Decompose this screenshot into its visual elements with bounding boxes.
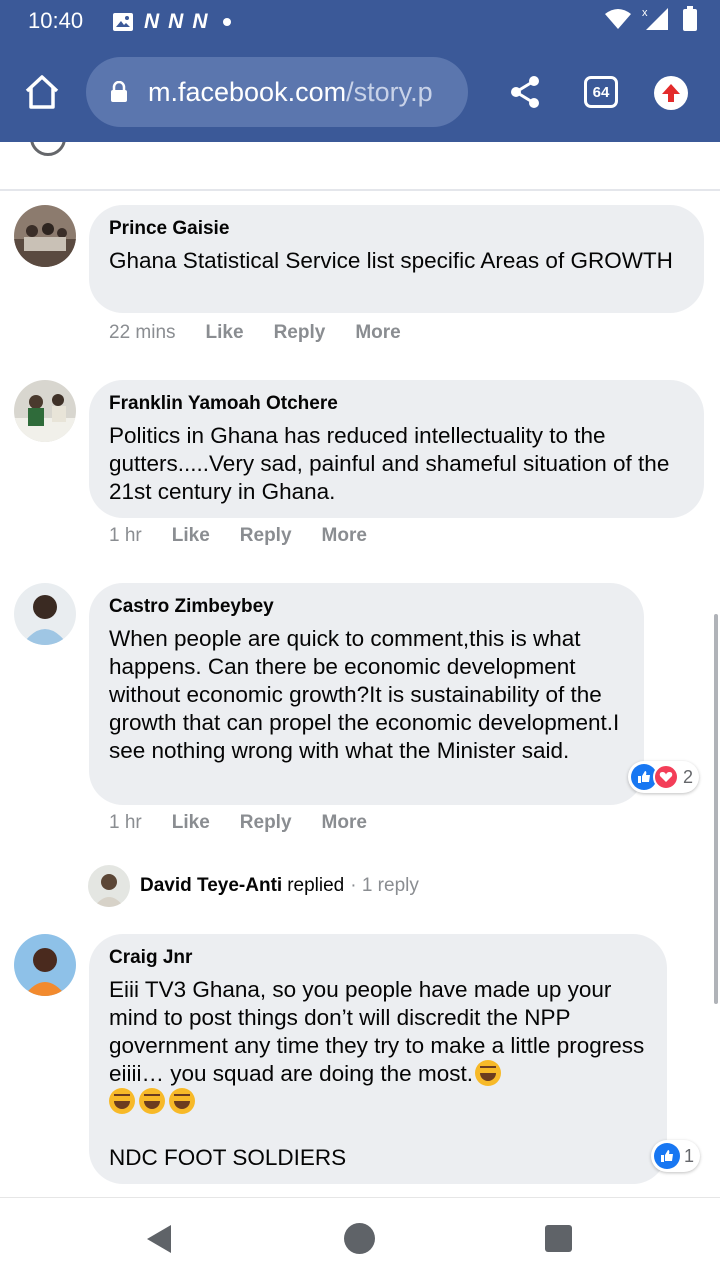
more-button[interactable]: More bbox=[322, 812, 367, 834]
scrollbar[interactable] bbox=[714, 614, 718, 1004]
back-icon[interactable] bbox=[147, 1225, 171, 1253]
like-button[interactable]: Like bbox=[172, 525, 210, 547]
browser-toolbar: m.facebook.com/story.p 64 bbox=[0, 42, 720, 142]
comment-bubble[interactable]: Castro Zimbeybey When people are quick t… bbox=[89, 583, 644, 805]
reply-button[interactable]: Reply bbox=[240, 525, 292, 547]
reply-verb: replied bbox=[287, 875, 345, 896]
notification-icons: N N N bbox=[112, 10, 231, 34]
comment-author[interactable]: Franklin Yamoah Otchere bbox=[109, 392, 684, 416]
url-bar[interactable]: m.facebook.com/story.p bbox=[86, 57, 468, 127]
home-button[interactable] bbox=[22, 74, 62, 110]
comment-author[interactable]: Craig Jnr bbox=[109, 946, 647, 970]
reaction-icon bbox=[30, 142, 66, 156]
arrow-up-icon bbox=[662, 84, 680, 102]
laughing-emoji-icon bbox=[109, 1088, 135, 1114]
like-reaction-icon bbox=[654, 1143, 680, 1169]
reply-button[interactable]: Reply bbox=[274, 322, 326, 344]
more-button[interactable]: More bbox=[322, 525, 367, 547]
home-icon bbox=[25, 75, 59, 109]
notification-n-icon: N bbox=[144, 10, 159, 33]
system-nav-bar bbox=[0, 1197, 720, 1280]
avatar bbox=[88, 865, 130, 907]
share-icon bbox=[511, 76, 539, 108]
love-reaction-icon bbox=[653, 764, 679, 790]
comment-bubble[interactable]: Franklin Yamoah Otchere Politics in Ghan… bbox=[89, 380, 704, 518]
image-icon bbox=[113, 13, 133, 31]
comment-text: Eiii TV3 Ghana, so you people have made … bbox=[109, 976, 647, 1172]
comment-actions: 1 hr Like Reply More bbox=[109, 525, 397, 547]
wifi-icon bbox=[605, 9, 631, 29]
divider bbox=[0, 189, 720, 191]
url-path: /story.p bbox=[346, 76, 433, 107]
like-button[interactable]: Like bbox=[206, 322, 244, 344]
comment-text: When people are quick to comment,this is… bbox=[109, 626, 620, 763]
comment-author[interactable]: Castro Zimbeybey bbox=[109, 595, 624, 619]
reply-button[interactable]: Reply bbox=[240, 812, 292, 834]
reaction-summary[interactable]: 1 bbox=[651, 1140, 701, 1172]
more-notifications-dot bbox=[222, 18, 231, 26]
recent-apps-icon[interactable] bbox=[545, 1225, 572, 1252]
more-button[interactable]: More bbox=[355, 322, 400, 344]
home-circle-icon[interactable] bbox=[344, 1223, 375, 1254]
url-domain: m.facebook.com bbox=[148, 76, 347, 107]
reaction-summary[interactable]: 2 bbox=[628, 761, 700, 793]
status-bar: 10:40 N N N x bbox=[0, 0, 720, 42]
laughing-emoji-icon bbox=[169, 1088, 195, 1114]
comment-actions: 22 mins Like Reply More bbox=[109, 322, 431, 344]
avatar[interactable] bbox=[14, 583, 76, 645]
avatar[interactable] bbox=[14, 380, 76, 442]
battery-icon bbox=[683, 6, 697, 31]
clock: 10:40 bbox=[28, 8, 84, 33]
comment-bubble[interactable]: Craig Jnr Eiii TV3 Ghana, so you people … bbox=[89, 934, 667, 1184]
comment-text-tail: NDC FOOT SOLDIERS bbox=[109, 1145, 347, 1170]
signal-icon: x bbox=[642, 7, 668, 30]
avatar[interactable] bbox=[14, 205, 76, 267]
reaction-count: 1 bbox=[684, 1145, 695, 1166]
update-button[interactable] bbox=[654, 76, 688, 110]
view-replies-link[interactable]: David Teye-Anti replied · 1 reply bbox=[88, 865, 419, 907]
comment-actions: 1 hr Like Reply More bbox=[109, 812, 397, 834]
notification-n-icon: N bbox=[192, 10, 207, 33]
comments-feed[interactable]: Prince Gaisie Ghana Statistical Service … bbox=[0, 142, 720, 1197]
laughing-emoji-icon bbox=[474, 1060, 501, 1086]
reply-count: · 1 reply bbox=[350, 875, 419, 896]
lock-icon bbox=[110, 80, 128, 103]
comment-text-body: Eiii TV3 Ghana, so you people have made … bbox=[109, 977, 645, 1086]
notification-n-icon: N bbox=[168, 10, 183, 33]
comment-time[interactable]: 22 mins bbox=[109, 322, 176, 344]
avatar[interactable] bbox=[14, 934, 76, 996]
comment-time[interactable]: 1 hr bbox=[109, 812, 142, 834]
laughing-emoji-icon bbox=[139, 1088, 165, 1114]
comment-text: Politics in Ghana has reduced intellectu… bbox=[109, 423, 670, 504]
svg-text:x: x bbox=[642, 7, 648, 19]
reply-author: David Teye-Anti bbox=[140, 875, 283, 896]
reaction-count: 2 bbox=[683, 766, 694, 787]
url-text: m.facebook.com/story.p bbox=[148, 77, 433, 108]
like-button[interactable]: Like bbox=[172, 812, 210, 834]
comment-text: Ghana Statistical Service list specific … bbox=[109, 248, 673, 273]
comment-author[interactable]: Prince Gaisie bbox=[109, 217, 684, 241]
comment-bubble[interactable]: Prince Gaisie Ghana Statistical Service … bbox=[89, 205, 704, 313]
comment-time[interactable]: 1 hr bbox=[109, 525, 142, 547]
share-button[interactable] bbox=[508, 74, 542, 110]
system-icons: x bbox=[604, 6, 698, 32]
tab-switcher-button[interactable]: 64 bbox=[584, 76, 618, 108]
